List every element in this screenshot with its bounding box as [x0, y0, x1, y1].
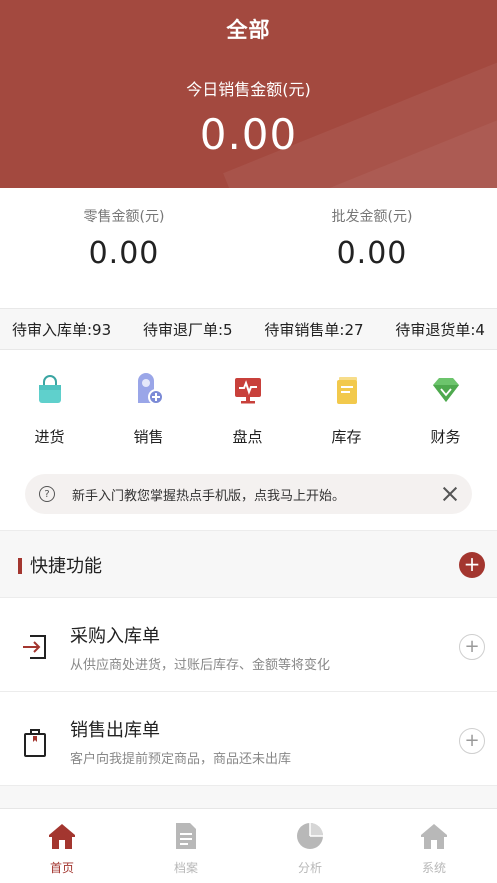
header-banner: 全部 今日销售金额(元) 0.00	[0, 0, 497, 188]
quick-item-desc: 从供应商处进货，过账后库存、金额等将变化	[70, 658, 331, 673]
wholesale-amount-value: 0.00	[336, 236, 408, 271]
system-home-icon	[421, 824, 447, 849]
shopping-bag-icon	[30, 370, 70, 410]
quick-functions-header: 快捷功能 +	[0, 530, 497, 598]
quick-item-sales-outbound[interactable]: 销售出库单 客户向我提前预定商品，商品还未出库 +	[0, 692, 497, 786]
menu-item-purchase-label: 进货	[34, 428, 65, 446]
tab-analysis-label: 分析	[297, 861, 322, 875]
today-sales-label: 今日销售金额(元)	[186, 80, 311, 99]
menu-item-inventory[interactable]: 库存	[297, 370, 396, 447]
menu-item-finance[interactable]: 财务	[396, 370, 495, 447]
menu-item-sales[interactable]: 销售	[99, 370, 198, 447]
quick-functions-title: 快捷功能	[30, 556, 102, 577]
file-icon	[176, 823, 196, 849]
tab-archive-label: 档案	[173, 861, 198, 875]
menu-item-sales-label: 销售	[133, 428, 164, 446]
tab-home-label: 首页	[49, 861, 74, 875]
today-sales-value: 0.00	[199, 110, 298, 159]
pending-inbound[interactable]: 待审入库单:93	[12, 319, 111, 340]
menu-item-purchase[interactable]: 进货	[0, 370, 99, 447]
pie-chart-icon	[297, 823, 323, 849]
quick-item-purchase-inbound[interactable]: 采购入库单 从供应商处进货，过账后库存、金额等将变化 +	[0, 598, 497, 692]
monitor-pulse-icon	[228, 370, 268, 410]
tab-archive[interactable]: 档案	[124, 809, 248, 876]
close-icon[interactable]	[442, 486, 458, 502]
pending-orders-bar: 待审入库单:93 待审退厂单:5 待审销售单:27 待审退货单:4	[0, 308, 497, 350]
menu-item-finance-label: 财务	[430, 428, 461, 446]
wholesale-amount: 批发金额(元) 0.00	[248, 188, 496, 271]
wholesale-amount-label: 批发金额(元)	[331, 209, 413, 225]
add-purchase-inbound-button[interactable]: +	[459, 634, 485, 660]
add-sales-outbound-button[interactable]: +	[459, 728, 485, 754]
menu-item-inventory-label: 库存	[331, 428, 362, 446]
add-quick-function-button[interactable]: +	[459, 552, 485, 578]
menu-item-stocktake[interactable]: 盘点	[198, 370, 297, 447]
store-selector-title[interactable]: 全部	[0, 14, 497, 44]
clipboard-bag-icon	[24, 729, 46, 757]
beginner-tip-text: 新手入门教您掌握热点手机版，点我马上开始。	[72, 488, 346, 504]
document-stack-icon	[327, 370, 367, 410]
tab-analysis[interactable]: 分析	[248, 809, 372, 876]
menu-item-stocktake-label: 盘点	[232, 428, 263, 446]
tab-system-label: 系统	[421, 861, 446, 875]
section-accent-bar	[18, 558, 22, 574]
quick-item-desc: 客户向我提前预定商品，商品还未出库	[70, 752, 292, 767]
pending-return-to-factory[interactable]: 待审退厂单:5	[143, 319, 233, 340]
quick-item-name: 销售出库单	[70, 720, 160, 741]
import-box-icon	[23, 635, 46, 659]
user-add-icon	[129, 370, 169, 410]
tab-home[interactable]: 首页	[0, 809, 124, 876]
pending-sales[interactable]: 待审销售单:27	[264, 319, 363, 340]
beginner-tip-banner[interactable]: ? 新手入门教您掌握热点手机版，点我马上开始。	[25, 474, 472, 514]
question-icon: ?	[39, 486, 55, 502]
sales-breakdown: 零售金额(元) 0.00 批发金额(元) 0.00	[0, 188, 497, 308]
tab-system[interactable]: 系统	[372, 809, 496, 876]
home-icon	[49, 824, 75, 849]
bottom-tab-bar: 首页 档案 分析 系统	[0, 808, 497, 883]
section-gap	[0, 786, 497, 808]
retail-amount: 零售金额(元) 0.00	[0, 188, 248, 271]
function-menu: 进货 销售 盘点 库存 财务	[0, 370, 497, 460]
pending-returns[interactable]: 待审退货单:4	[395, 319, 485, 340]
retail-amount-label: 零售金额(元)	[83, 209, 165, 225]
quick-item-name: 采购入库单	[70, 626, 160, 647]
retail-amount-value: 0.00	[88, 236, 160, 271]
diamond-icon	[426, 370, 466, 410]
